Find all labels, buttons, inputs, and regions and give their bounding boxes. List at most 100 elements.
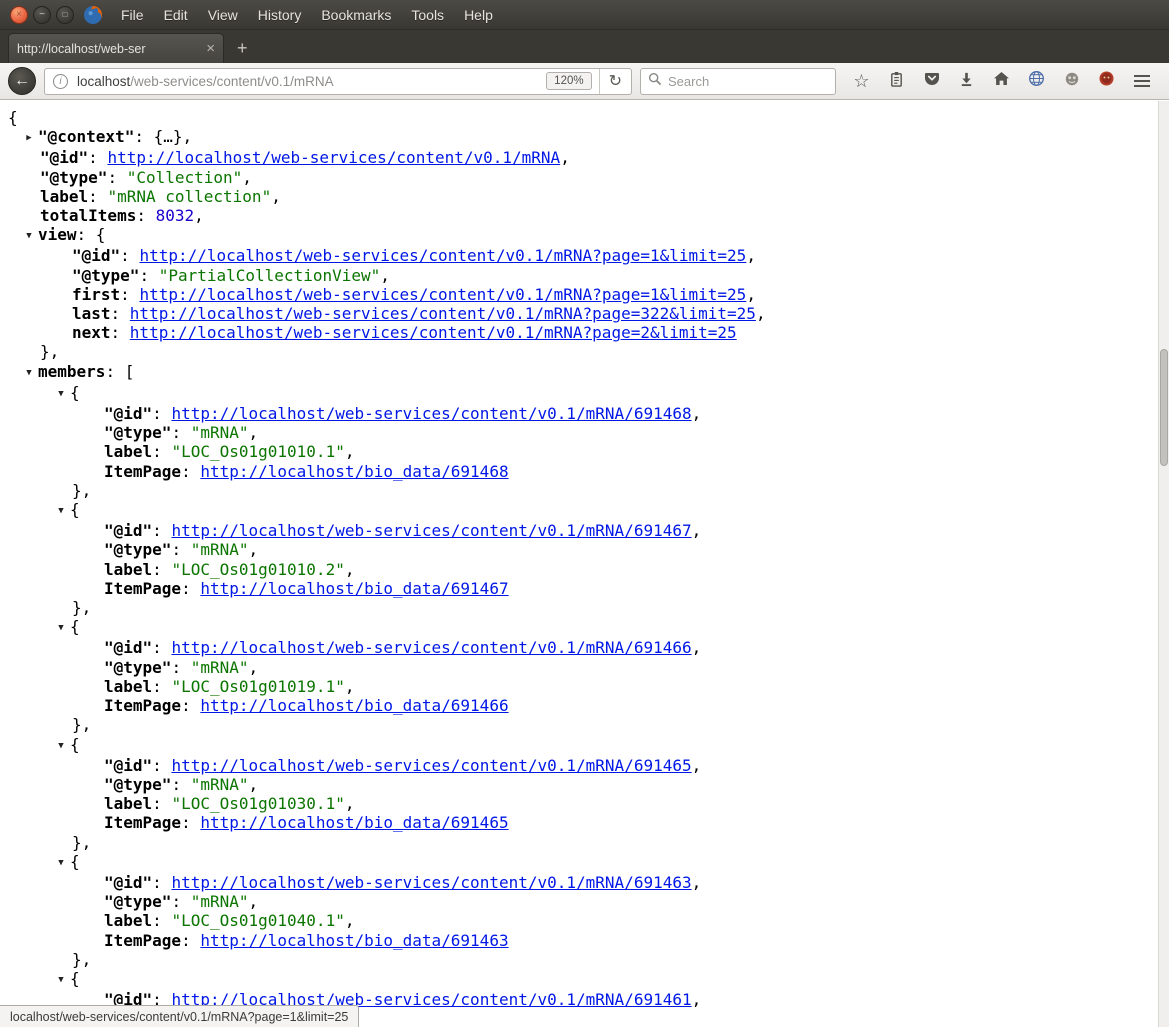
json-link[interactable]: http://localhost/bio_data/691465: [200, 813, 508, 832]
json-punctuation: :: [152, 404, 171, 423]
json-string: "LOC_Os01g01030.1": [171, 794, 344, 813]
json-link[interactable]: http://localhost/web-services/content/v0…: [171, 521, 691, 540]
zoom-level-badge[interactable]: 120%: [546, 72, 591, 90]
json-punctuation: ,: [692, 404, 702, 423]
json-link[interactable]: http://localhost/web-services/content/v0…: [139, 285, 746, 304]
json-link[interactable]: http://localhost/bio_data/691467: [200, 579, 508, 598]
json-key: ItemPage: [104, 579, 181, 598]
menu-item-edit[interactable]: Edit: [154, 7, 198, 23]
json-punctuation: : {: [77, 225, 106, 244]
collapse-toggle-icon[interactable]: ▼: [52, 385, 70, 404]
json-punctuation: :: [171, 658, 190, 677]
json-key: first: [72, 285, 120, 304]
json-string: "mRNA": [191, 658, 249, 677]
json-link[interactable]: http://localhost/web-services/content/v0…: [171, 638, 691, 657]
window-close-button[interactable]: ×: [10, 6, 28, 24]
json-string: "LOC_Os01g01010.2": [171, 560, 344, 579]
json-link[interactable]: http://localhost/bio_data/691463: [200, 931, 508, 950]
json-link[interactable]: http://localhost/web-services/content/v0…: [171, 756, 691, 775]
search-bar[interactable]: [640, 68, 836, 95]
scrollbar-thumb[interactable]: [1160, 349, 1168, 466]
back-button[interactable]: ←: [8, 67, 36, 95]
json-key: label: [40, 187, 88, 206]
home-icon: [993, 71, 1010, 91]
expand-toggle-icon[interactable]: ▶: [20, 129, 38, 148]
json-line: {: [0, 108, 1169, 127]
collapse-toggle-icon[interactable]: ▼: [52, 971, 70, 990]
json-line: ▼{: [0, 852, 1169, 873]
new-tab-button[interactable]: +: [224, 33, 261, 63]
menu-item-tools[interactable]: Tools: [401, 7, 454, 23]
json-line: ▼{: [0, 383, 1169, 404]
window-minimize-button[interactable]: −: [33, 6, 51, 24]
json-link[interactable]: http://localhost/bio_data/691468: [200, 462, 508, 481]
menu-button[interactable]: [1124, 66, 1159, 96]
collapse-toggle-icon[interactable]: ▼: [52, 854, 70, 873]
menu-item-view[interactable]: View: [198, 7, 248, 23]
collapse-toggle-icon[interactable]: ▼: [52, 619, 70, 638]
json-line: ▼members: [: [0, 362, 1169, 383]
vertical-scrollbar[interactable]: [1158, 101, 1169, 1027]
json-line: },: [0, 833, 1169, 852]
reload-button[interactable]: ↻: [599, 69, 631, 94]
url-domain: localhost: [77, 74, 130, 89]
json-punctuation: ,: [692, 873, 702, 892]
bookmark-star-button[interactable]: ☆: [844, 66, 879, 96]
home-button[interactable]: [984, 66, 1019, 96]
back-arrow-icon: ←: [14, 72, 30, 90]
json-punctuation: ,: [194, 206, 204, 225]
menu-item-bookmarks[interactable]: Bookmarks: [311, 7, 401, 23]
json-punctuation: ,: [345, 794, 355, 813]
json-link[interactable]: http://localhost/web-services/content/v0…: [171, 404, 691, 423]
pocket-icon: [924, 71, 940, 91]
search-input[interactable]: [668, 74, 828, 89]
tab-title: http://localhost/web-ser: [17, 42, 200, 56]
tab-close-icon[interactable]: ×: [206, 40, 215, 57]
json-punctuation: },: [72, 598, 91, 617]
collapse-toggle-icon[interactable]: ▼: [20, 227, 38, 246]
json-line: label: "LOC_Os01g01030.1",: [0, 794, 1169, 813]
extension-1-button[interactable]: [1054, 66, 1089, 96]
json-key: label: [104, 911, 152, 930]
collapse-toggle-icon[interactable]: ▼: [52, 502, 70, 521]
json-line: "@type": "mRNA",: [0, 775, 1169, 794]
globe-addon-button[interactable]: [1019, 66, 1054, 96]
json-line: "@type": "mRNA",: [0, 658, 1169, 677]
json-link[interactable]: http://localhost/web-services/content/v0…: [139, 246, 746, 265]
url-bar[interactable]: i localhost/web-services/content/v0.1/mR…: [44, 68, 632, 95]
tab-active[interactable]: http://localhost/web-ser ×: [8, 33, 224, 63]
json-key: "@type": [72, 266, 139, 285]
json-punctuation: ,: [692, 756, 702, 775]
clipboard-button[interactable]: [879, 66, 914, 96]
json-punctuation: },: [72, 833, 91, 852]
tab-bar: http://localhost/web-ser × +: [0, 30, 1169, 63]
json-link[interactable]: http://localhost/web-services/content/v0…: [130, 323, 737, 342]
json-punctuation: {: [8, 108, 18, 127]
json-punctuation: :: [111, 304, 130, 323]
collapse-toggle-icon[interactable]: ▼: [52, 737, 70, 756]
json-key: "@id": [104, 756, 152, 775]
json-line: ▼{: [0, 735, 1169, 756]
json-key: "@type": [104, 892, 171, 911]
json-punctuation: :: [152, 911, 171, 930]
json-link[interactable]: http://localhost/bio_data/691466: [200, 696, 508, 715]
json-line: ItemPage: http://localhost/bio_data/6914…: [0, 696, 1169, 715]
json-string: "LOC_Os01g01010.1": [171, 442, 344, 461]
json-string: "mRNA collection": [107, 187, 271, 206]
menu-item-help[interactable]: Help: [454, 7, 503, 23]
page-info-icon[interactable]: i: [53, 74, 68, 89]
window-maximize-button[interactable]: □: [56, 6, 74, 24]
collapse-toggle-icon[interactable]: ▼: [20, 364, 38, 383]
json-key: next: [72, 323, 111, 342]
json-link[interactable]: http://localhost/web-services/content/v0…: [130, 304, 756, 323]
extension-2-button[interactable]: [1089, 66, 1124, 96]
json-link[interactable]: http://localhost/web-services/content/v0…: [171, 873, 691, 892]
json-key: label: [104, 442, 152, 461]
pocket-button[interactable]: [914, 66, 949, 96]
menu-item-history[interactable]: History: [248, 7, 312, 23]
json-punctuation: :: [152, 677, 171, 696]
json-line: ItemPage: http://localhost/bio_data/6914…: [0, 462, 1169, 481]
downloads-button[interactable]: [949, 66, 984, 96]
json-link[interactable]: http://localhost/web-services/content/v0…: [107, 148, 560, 167]
menu-item-file[interactable]: File: [111, 7, 154, 23]
